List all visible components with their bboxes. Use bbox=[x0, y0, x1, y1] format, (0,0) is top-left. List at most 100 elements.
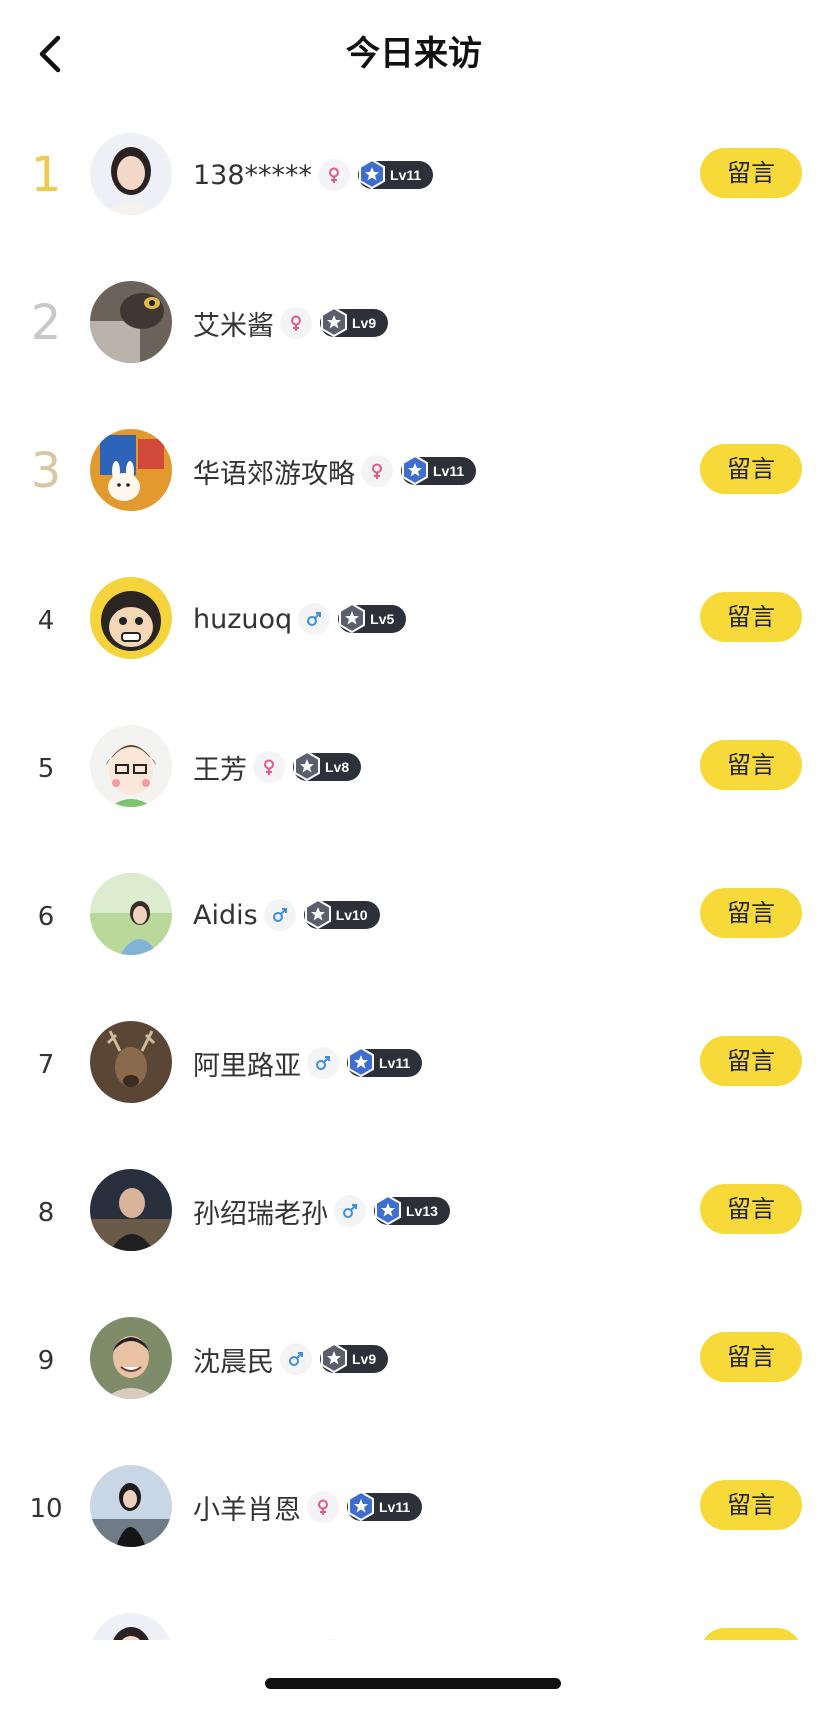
user-info: 沈晨民 Lv9 bbox=[193, 1337, 389, 1381]
female-gender-icon bbox=[280, 307, 312, 339]
user-name[interactable]: 孙绍瑞老孙 bbox=[193, 1192, 328, 1231]
male-gender-icon bbox=[298, 603, 331, 635]
visitor-row[interactable]: 7 阿里路亚 Lv11 留言 bbox=[0, 991, 828, 1139]
level-text: Lv11 bbox=[379, 1055, 411, 1071]
level-text: Lv9 bbox=[352, 1351, 377, 1367]
user-name[interactable]: Aidis bbox=[193, 900, 258, 931]
visitor-list: 1 138***** Lv11 留言 2 艾米酱 Lv9 3 华语郊游攻略 Lv11 留言 4 huzu… bbox=[0, 103, 828, 1640]
user-name[interactable]: 小羊肖恩 bbox=[193, 1488, 301, 1527]
user-info: Aidis Lv10 bbox=[193, 893, 380, 937]
level-text: Lv9 bbox=[352, 315, 377, 331]
level-star-icon bbox=[374, 1194, 404, 1226]
level-text: Lv5 bbox=[370, 611, 395, 627]
avatar[interactable] bbox=[90, 1169, 172, 1251]
avatar[interactable] bbox=[90, 281, 172, 363]
level-star-icon bbox=[401, 454, 431, 486]
user-info: huzuoq Lv5 bbox=[193, 597, 407, 641]
level-badge: Lv9 bbox=[320, 1342, 389, 1374]
level-star-icon bbox=[304, 898, 334, 930]
male-gender-icon bbox=[280, 1343, 312, 1375]
leave-message-button[interactable]: 留言 bbox=[700, 1628, 802, 1640]
visitor-row[interactable]: 10 小羊肖恩 Lv11 留言 bbox=[0, 1435, 828, 1583]
level-text: Lv10 bbox=[335, 907, 368, 923]
female-gender-icon bbox=[253, 751, 285, 783]
visitor-row[interactable]: 6 Aidis Lv10 留言 bbox=[0, 843, 828, 991]
visitor-row[interactable]: 5 王芳 Lv8 留言 bbox=[0, 695, 828, 843]
leave-message-button[interactable]: 留言 bbox=[700, 592, 802, 642]
level-star-icon bbox=[338, 602, 368, 634]
rank-number: 3 bbox=[30, 443, 62, 499]
level-badge: Lv9 bbox=[320, 306, 389, 338]
level-badge: Lv8 bbox=[293, 750, 362, 782]
leave-message-button[interactable]: 留言 bbox=[700, 740, 802, 790]
visitor-row[interactable]: 8 孙绍瑞老孙 Lv13 留言 bbox=[0, 1139, 828, 1287]
user-name[interactable]: 138***** bbox=[193, 160, 312, 191]
user-name[interactable]: 沈晨民 bbox=[193, 1340, 274, 1379]
male-gender-icon bbox=[334, 1195, 366, 1227]
avatar[interactable] bbox=[90, 133, 172, 215]
visitor-row[interactable]: 2 艾米酱 Lv9 bbox=[0, 251, 828, 399]
avatar[interactable] bbox=[90, 1021, 172, 1103]
visitor-row[interactable]: 4 huzuoq Lv5 留言 bbox=[0, 547, 828, 695]
level-badge: Lv11 bbox=[347, 1490, 423, 1522]
visitor-row[interactable]: 3 华语郊游攻略 Lv11 留言 bbox=[0, 399, 828, 547]
leave-message-button[interactable]: 留言 bbox=[700, 444, 802, 494]
level-star-icon bbox=[347, 1490, 377, 1522]
leave-message-button[interactable]: 留言 bbox=[700, 1184, 802, 1234]
user-info: 孙绍瑞老孙 Lv13 bbox=[193, 1189, 450, 1233]
avatar[interactable] bbox=[90, 725, 172, 807]
avatar[interactable] bbox=[90, 873, 172, 955]
rank-number: 11 bbox=[20, 1631, 72, 1640]
level-star-icon bbox=[293, 750, 323, 782]
female-gender-icon bbox=[307, 1491, 339, 1523]
user-name[interactable]: huzuoq bbox=[193, 604, 292, 635]
level-badge: Lv10 bbox=[303, 898, 380, 930]
user-info: 艾米酱 Lv9 bbox=[193, 301, 389, 345]
avatar[interactable] bbox=[90, 1317, 172, 1399]
level-badge: Lv11 bbox=[401, 454, 477, 486]
visitor-row[interactable]: 11 138*****Lv11 留言 bbox=[0, 1583, 828, 1640]
rank-number: 9 bbox=[37, 1346, 55, 1376]
male-gender-icon bbox=[307, 1047, 339, 1079]
avatar[interactable] bbox=[90, 1613, 172, 1640]
avatar[interactable] bbox=[90, 429, 172, 511]
header-bar: 今日来访 bbox=[0, 0, 828, 110]
leave-message-button[interactable]: 留言 bbox=[700, 1332, 802, 1382]
user-name[interactable]: 华语郊游攻略 bbox=[193, 452, 355, 491]
level-star-icon bbox=[347, 1046, 377, 1078]
rank-number: 6 bbox=[37, 902, 55, 932]
rank-number: 2 bbox=[30, 295, 62, 351]
leave-message-button[interactable]: 留言 bbox=[700, 148, 802, 198]
rank-number: 7 bbox=[37, 1050, 55, 1080]
page-title: 今日来访 bbox=[346, 34, 482, 74]
user-info: 阿里路亚 Lv11 bbox=[193, 1041, 423, 1085]
visitor-row[interactable]: 1 138***** Lv11 留言 bbox=[0, 103, 828, 251]
level-badge: Lv5 bbox=[338, 602, 407, 634]
male-gender-icon bbox=[263, 899, 296, 931]
level-badge: Lv11 bbox=[358, 158, 434, 190]
user-info: 华语郊游攻略 Lv11 bbox=[193, 449, 477, 493]
leave-message-button[interactable]: 留言 bbox=[700, 888, 802, 938]
avatar[interactable] bbox=[90, 577, 172, 659]
rank-number: 1 bbox=[30, 147, 62, 203]
user-info: 小羊肖恩 Lv11 bbox=[193, 1485, 423, 1529]
leave-message-button[interactable]: 留言 bbox=[700, 1480, 802, 1530]
leave-message-button[interactable]: 留言 bbox=[700, 1036, 802, 1086]
rank-number: 5 bbox=[37, 754, 55, 784]
level-star-icon bbox=[320, 306, 350, 338]
female-gender-icon bbox=[318, 1639, 351, 1640]
user-info: 138***** Lv11 bbox=[193, 153, 434, 197]
user-name[interactable]: 阿里路亚 bbox=[193, 1044, 301, 1083]
rank-number: 8 bbox=[37, 1198, 55, 1228]
home-indicator bbox=[265, 1678, 561, 1689]
visitor-row[interactable]: 9 沈晨民 Lv9 留言 bbox=[0, 1287, 828, 1435]
level-text: Lv13 bbox=[406, 1203, 438, 1219]
rank-number: 4 bbox=[37, 606, 55, 636]
user-info: 王芳 Lv8 bbox=[193, 745, 362, 789]
level-badge: Lv11 bbox=[347, 1046, 423, 1078]
level-star-icon bbox=[320, 1342, 350, 1374]
user-name[interactable]: 艾米酱 bbox=[193, 304, 274, 343]
avatar[interactable] bbox=[90, 1465, 172, 1547]
user-name[interactable]: 138***** bbox=[193, 1640, 312, 1641]
user-name[interactable]: 王芳 bbox=[193, 748, 247, 787]
